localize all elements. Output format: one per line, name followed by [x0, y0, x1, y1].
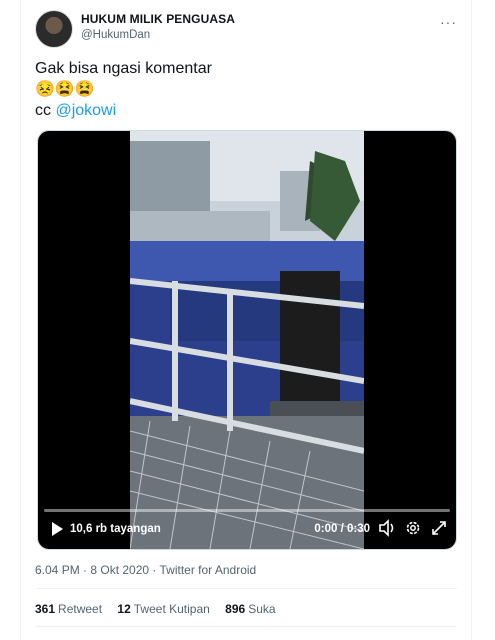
quote-label: Tweet Kutipan [133, 602, 210, 616]
settings-gear-icon[interactable] [404, 519, 422, 540]
tweet-text: Gak bisa ngasi komentar 😣😫😫 cc @jokowi [35, 58, 212, 121]
tweet-emojis: 😣😫😫 [35, 81, 95, 98]
tweet-timestamp[interactable]: 6.04 PM · 8 Okt 2020 · Twitter for Andro… [35, 563, 256, 577]
avatar[interactable] [35, 10, 73, 48]
divider [35, 626, 457, 627]
video-still-image [130, 131, 364, 549]
like-count: 896 [225, 602, 246, 616]
video-time: 0:00 / 0:30 [314, 523, 370, 535]
video-controls: 10,6 rb tayangan 0:00 / 0:30 [38, 505, 456, 549]
mention-link[interactable]: @jokowi [55, 102, 116, 119]
retweet-count: 361 [35, 602, 56, 616]
divider [35, 588, 457, 589]
view-count: 10,6 rb tayangan [70, 523, 161, 535]
author-names[interactable]: HUKUM MILIK PENGUASA @HukumDan [81, 12, 235, 41]
cc-label: cc [35, 102, 56, 119]
user-handle[interactable]: @HukumDan [81, 29, 235, 41]
quote-stat[interactable]: 12 Tweet Kutipan [117, 602, 209, 616]
tweet-cc-line: cc @jokowi [35, 100, 212, 121]
tweet-card: HUKUM MILIK PENGUASA @HukumDan ··· Gak b… [20, 0, 472, 640]
video-player[interactable]: 10,6 rb tayangan 0:00 / 0:30 [37, 130, 457, 550]
retweet-label: Retweet [58, 602, 103, 616]
video-frame[interactable] [130, 131, 364, 549]
tweet-line-text: Gak bisa ngasi komentar [35, 60, 212, 77]
video-progress-bar[interactable] [44, 509, 450, 512]
tweet-header: HUKUM MILIK PENGUASA @HukumDan ··· [35, 10, 465, 50]
fullscreen-expand-icon[interactable] [430, 519, 448, 540]
quote-count: 12 [117, 602, 131, 616]
like-label: Suka [248, 602, 276, 616]
retweet-stat[interactable]: 361 Retweet [35, 602, 102, 616]
like-stat[interactable]: 896 Suka [225, 602, 275, 616]
display-name[interactable]: HUKUM MILIK PENGUASA [81, 12, 235, 26]
tweet-stats: 361 Retweet 12 Tweet Kutipan 896 Suka [35, 602, 288, 616]
volume-icon[interactable] [378, 519, 396, 540]
more-options-icon[interactable]: ··· [440, 14, 457, 30]
play-icon[interactable] [50, 521, 64, 540]
video-control-row: 10,6 rb tayangan 0:00 / 0:30 [38, 517, 456, 543]
